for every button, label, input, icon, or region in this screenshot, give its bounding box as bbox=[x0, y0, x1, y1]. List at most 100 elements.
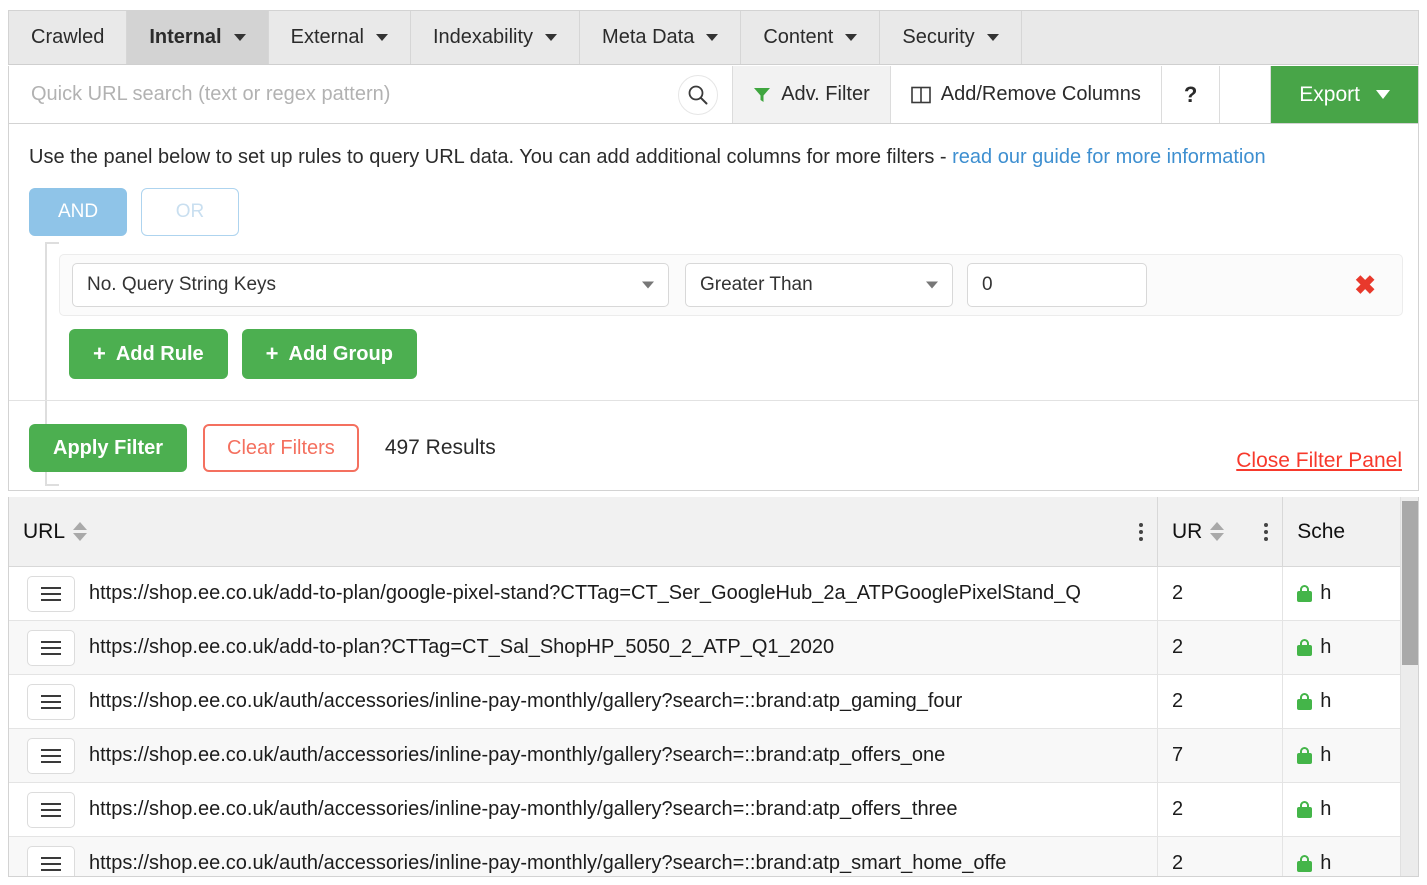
lock-icon bbox=[1297, 747, 1313, 764]
and-label: AND bbox=[57, 201, 99, 222]
tab-bar-filler bbox=[1021, 11, 1418, 64]
plus-icon: + bbox=[265, 341, 279, 366]
help-button[interactable]: ? bbox=[1161, 66, 1221, 123]
lock-icon bbox=[1297, 801, 1313, 818]
chevron-down-icon[interactable] bbox=[545, 34, 558, 41]
scheme-text: h bbox=[1320, 582, 1332, 604]
table-vertical-scrollbar[interactable] bbox=[1400, 497, 1418, 876]
tab-security[interactable]: Security bbox=[880, 11, 1022, 64]
rule-operator-value: Greater Than bbox=[700, 274, 813, 295]
hamburger-icon[interactable] bbox=[27, 791, 75, 828]
export-label: Export bbox=[1299, 82, 1360, 106]
apply-filter-button[interactable]: Apply Filter bbox=[29, 424, 188, 472]
table-body: https://shop.ee.co.uk/add-to-plan/google… bbox=[9, 567, 1418, 876]
table-row[interactable]: https://shop.ee.co.uk/auth/accessories/i… bbox=[9, 675, 1418, 729]
panel-divider bbox=[9, 400, 1418, 401]
tab-internal[interactable]: Internal bbox=[127, 11, 269, 64]
rule-value-input[interactable] bbox=[967, 263, 1147, 307]
close-filter-panel-link[interactable]: Close Filter Panel bbox=[1236, 449, 1402, 473]
column-header-ur[interactable]: UR bbox=[1158, 497, 1284, 566]
search-field-wrapper bbox=[9, 66, 734, 123]
add-remove-columns-button[interactable]: Add/Remove Columns bbox=[890, 66, 1162, 123]
rule-field-select[interactable]: No. Query String Keys bbox=[72, 263, 669, 307]
add-rule-button[interactable]: + Add Rule bbox=[69, 329, 228, 379]
add-group-button[interactable]: + Add Group bbox=[241, 329, 417, 379]
scheme-text: h bbox=[1320, 798, 1332, 820]
column-menu-icon[interactable] bbox=[1138, 522, 1143, 541]
sort-arrows-icon[interactable] bbox=[73, 522, 88, 541]
columns-icon bbox=[910, 86, 931, 104]
lock-icon bbox=[1297, 585, 1313, 602]
cell-ur: 2 bbox=[1158, 621, 1284, 674]
table-row[interactable]: https://shop.ee.co.uk/auth/accessories/i… bbox=[9, 837, 1418, 876]
export-button[interactable]: Export bbox=[1271, 66, 1418, 123]
tab-label: External bbox=[290, 26, 364, 48]
hamburger-icon[interactable] bbox=[27, 845, 75, 876]
column-header-label: UR bbox=[1171, 519, 1203, 543]
or-toggle[interactable]: OR bbox=[141, 188, 239, 236]
url-text: https://shop.ee.co.uk/add-to-plan?CTTag=… bbox=[89, 636, 835, 658]
hamburger-icon[interactable] bbox=[27, 737, 75, 774]
tab-external[interactable]: External bbox=[268, 11, 411, 64]
search-input[interactable] bbox=[9, 66, 733, 123]
scrollbar-thumb[interactable] bbox=[1402, 501, 1418, 665]
cell-ur: 2 bbox=[1158, 675, 1284, 728]
main-tab-bar: Crawled Internal External Indexability M… bbox=[8, 10, 1419, 65]
tab-content[interactable]: Content bbox=[741, 11, 881, 64]
table-row[interactable]: https://shop.ee.co.uk/add-to-plan/google… bbox=[9, 567, 1418, 621]
cell-url: https://shop.ee.co.uk/auth/accessories/i… bbox=[9, 729, 1158, 782]
help-label: ? bbox=[1183, 81, 1198, 107]
chevron-down-icon[interactable] bbox=[986, 34, 999, 41]
tab-crawled[interactable]: Crawled bbox=[9, 11, 128, 64]
add-rule-label: Add Rule bbox=[115, 342, 204, 365]
url-text: https://shop.ee.co.uk/auth/accessories/i… bbox=[89, 852, 1007, 874]
and-toggle[interactable]: AND bbox=[29, 188, 127, 236]
chevron-down-icon[interactable] bbox=[233, 34, 246, 41]
hamburger-icon[interactable] bbox=[27, 683, 75, 720]
url-text: https://shop.ee.co.uk/auth/accessories/i… bbox=[89, 798, 958, 820]
chevron-down-icon[interactable] bbox=[375, 34, 388, 41]
delete-rule-button[interactable]: ✖ bbox=[1354, 272, 1376, 298]
tab-label: Indexability bbox=[432, 26, 534, 48]
search-icon[interactable] bbox=[678, 74, 719, 115]
cell-url: https://shop.ee.co.uk/add-to-plan?CTTag=… bbox=[9, 621, 1158, 674]
chevron-down-icon[interactable] bbox=[706, 34, 719, 41]
chevron-down-icon[interactable] bbox=[1376, 90, 1390, 99]
column-header-scheme[interactable]: Sche bbox=[1283, 497, 1418, 566]
and-or-toggle-group: AND OR bbox=[29, 188, 239, 236]
seo-crawler-window: Crawled Internal External Indexability M… bbox=[0, 0, 1427, 885]
filter-action-row: Apply Filter Clear Filters 497 Results bbox=[29, 424, 496, 472]
tab-indexability[interactable]: Indexability bbox=[410, 11, 581, 64]
clear-filters-button[interactable]: Clear Filters bbox=[203, 424, 359, 472]
hamburger-icon[interactable] bbox=[27, 575, 75, 612]
cell-ur: 7 bbox=[1158, 729, 1284, 782]
rule-operator-select[interactable]: Greater Than bbox=[685, 263, 953, 307]
column-header-label: Sche bbox=[1297, 519, 1346, 543]
filter-rule-row: No. Query String Keys Greater Than ✖ bbox=[59, 254, 1403, 316]
lock-icon bbox=[1297, 855, 1313, 872]
rule-actions: + Add Rule + Add Group bbox=[69, 329, 417, 379]
or-label: OR bbox=[175, 201, 205, 222]
sort-arrows-icon[interactable] bbox=[1210, 522, 1225, 541]
panel-help-text: Use the panel below to set up rules to q… bbox=[29, 146, 1266, 169]
tab-meta-data[interactable]: Meta Data bbox=[580, 11, 742, 64]
guide-link[interactable]: read our guide for more information bbox=[952, 146, 1266, 168]
table-row[interactable]: https://shop.ee.co.uk/auth/accessories/i… bbox=[9, 729, 1418, 783]
hamburger-icon[interactable] bbox=[27, 629, 75, 666]
cell-scheme: h bbox=[1283, 675, 1418, 728]
rule-field-value: No. Query String Keys bbox=[87, 274, 277, 295]
lock-icon bbox=[1297, 693, 1313, 710]
cell-scheme: h bbox=[1283, 729, 1418, 782]
adv-filter-button[interactable]: Adv. Filter bbox=[733, 66, 891, 123]
column-header-url[interactable]: URL bbox=[9, 497, 1158, 566]
cell-ur: 2 bbox=[1158, 837, 1284, 876]
tab-label: Security bbox=[902, 26, 975, 48]
table-row[interactable]: https://shop.ee.co.uk/auth/accessories/i… bbox=[9, 783, 1418, 837]
chevron-down-icon bbox=[642, 281, 654, 289]
chevron-down-icon bbox=[926, 281, 938, 289]
column-menu-icon[interactable] bbox=[1264, 522, 1269, 541]
chevron-down-icon[interactable] bbox=[845, 34, 858, 41]
cell-scheme: h bbox=[1283, 567, 1418, 620]
cell-scheme: h bbox=[1283, 783, 1418, 836]
table-row[interactable]: https://shop.ee.co.uk/add-to-plan?CTTag=… bbox=[9, 621, 1418, 675]
